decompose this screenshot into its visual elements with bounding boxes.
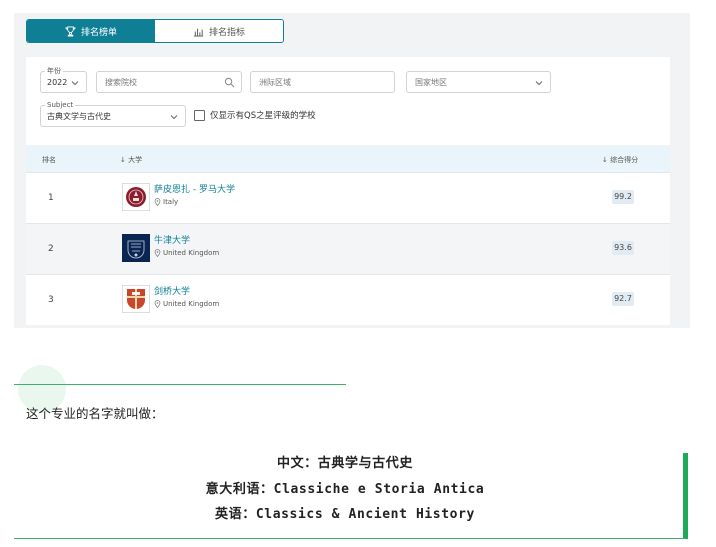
rank-cell: 2 <box>48 244 54 254</box>
chevron-down-icon <box>170 115 178 120</box>
name-english: 英语：Classics & Ancient History <box>215 507 475 522</box>
university-location: United Kingdom <box>154 300 219 308</box>
university-logo <box>122 285 150 313</box>
table-header: 排名 ↓ 大学 ↓ 综合得分 <box>26 146 670 172</box>
rank-cell: 1 <box>48 193 54 203</box>
tab-rankings-label: 排名榜单 <box>80 27 117 38</box>
section-divider <box>14 384 346 385</box>
location-text: Italy <box>163 198 179 206</box>
university-location: United Kingdom <box>154 249 219 257</box>
search-icon <box>224 77 235 88</box>
rank-cell: 3 <box>48 295 54 305</box>
chevron-down-icon <box>71 81 79 86</box>
location-text: United Kingdom <box>163 249 220 257</box>
tab-rankings[interactable]: 排名榜单 <box>27 20 155 42</box>
table-row[interactable]: 3 剑桥大学 United Kingdom 92.7 <box>26 274 670 325</box>
subject-legend: Subject <box>45 100 76 110</box>
rankings-table: 排名 ↓ 大学 ↓ 综合得分 1 萨皮恩扎 - 罗马大学 Italy 99.2 … <box>26 146 670 325</box>
search-placeholder: 搜索院校 <box>105 78 137 87</box>
university-name[interactable]: 牛津大学 <box>154 233 190 246</box>
name-italian: 意大利语：Classiche e Storia Antica <box>205 482 485 497</box>
header-university[interactable]: ↓ 大学 <box>120 155 142 165</box>
university-logo <box>122 234 150 262</box>
accent-bar <box>683 453 688 539</box>
score-badge: 93.6 <box>612 241 634 255</box>
location-pin-icon <box>154 249 161 257</box>
tab-indicators-label: 排名指标 <box>208 27 245 38</box>
university-location: Italy <box>154 198 178 206</box>
rankings-panel: 排名榜单 排名指标 年份 2022 搜索院校 洲际区域 国家地区 Subject… <box>14 13 690 328</box>
bottom-divider <box>14 538 686 539</box>
header-university-label: 大学 <box>128 156 143 164</box>
country-select[interactable]: 国家地区 <box>406 71 551 93</box>
year-legend: 年份 <box>45 66 63 76</box>
filter-panel: 年份 2022 搜索院校 洲际区域 国家地区 Subject 古典文学与古代史 … <box>26 57 670 145</box>
search-input[interactable]: 搜索院校 <box>96 71 242 93</box>
header-score[interactable]: ↓ 综合得分 <box>602 155 638 165</box>
qs-stars-filter[interactable]: 仅显示有QS之星评级的学校 <box>194 109 316 121</box>
subject-value: 古典文学与古代史 <box>47 112 111 121</box>
location-pin-icon <box>154 198 161 206</box>
region-select[interactable]: 洲际区域 <box>250 71 395 93</box>
year-value: 2022 <box>47 78 68 87</box>
trophy-icon <box>65 26 76 36</box>
ranking-tabs: 排名榜单 排名指标 <box>26 19 284 43</box>
bar-chart-icon <box>193 28 204 37</box>
region-placeholder: 洲际区域 <box>259 78 291 87</box>
table-row[interactable]: 1 萨皮恩扎 - 罗马大学 Italy 99.2 <box>26 172 670 223</box>
qs-stars-label: 仅显示有QS之星评级的学校 <box>210 111 316 121</box>
country-placeholder: 国家地区 <box>415 78 447 87</box>
year-select[interactable]: 年份 2022 <box>40 66 87 93</box>
subject-select[interactable]: Subject 古典文学与古代史 <box>40 100 186 127</box>
header-rank[interactable]: 排名 <box>42 155 56 165</box>
qs-stars-checkbox[interactable] <box>194 109 205 121</box>
intro-text: 这个专业的名字就叫做： <box>26 406 164 421</box>
location-text: United Kingdom <box>163 300 220 308</box>
university-name[interactable]: 萨皮恩扎 - 罗马大学 <box>154 182 235 195</box>
score-badge: 92.7 <box>612 292 634 306</box>
table-row[interactable]: 2 牛津大学 United Kingdom 93.6 <box>26 223 670 274</box>
header-score-label: 综合得分 <box>610 156 639 164</box>
score-badge: 99.2 <box>612 190 634 204</box>
location-pin-icon <box>154 300 161 308</box>
chevron-down-icon <box>535 81 543 86</box>
university-logo <box>122 183 150 211</box>
tab-indicators[interactable]: 排名指标 <box>155 20 283 42</box>
name-chinese: 中文：古典学与古代史 <box>276 456 413 471</box>
university-name[interactable]: 剑桥大学 <box>154 284 190 297</box>
